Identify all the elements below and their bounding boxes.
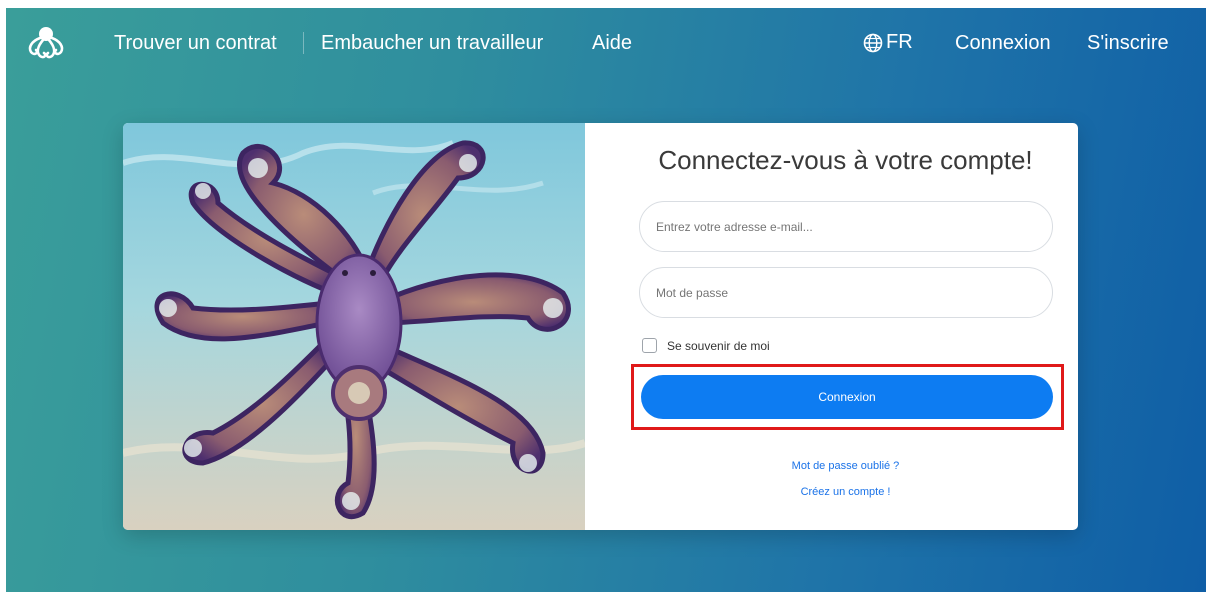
nav-hire-worker[interactable]: Embaucher un travailleur [321,32,543,55]
login-card: Connectez-vous à votre compte! Se souven… [123,123,1078,530]
password-input[interactable] [639,267,1053,318]
remember-me-checkbox[interactable] [642,338,657,353]
nav-help[interactable]: Aide [592,32,632,55]
nav-signup-link[interactable]: S'inscrire [1087,32,1169,55]
octopus-logo-icon[interactable] [22,25,70,61]
remember-me[interactable]: Se souvenir de moi [642,338,770,353]
login-form: Connectez-vous à votre compte! Se souven… [585,123,1078,530]
nav-login-link[interactable]: Connexion [955,32,1051,55]
nav-divider [303,32,304,54]
language-code: FR [886,31,913,53]
login-button[interactable]: Connexion [641,375,1053,419]
email-input[interactable] [639,201,1053,252]
top-navigation: Trouver un contrat Embaucher un travaill… [6,8,1206,80]
globe-icon [863,33,883,52]
page-background: Trouver un contrat Embaucher un travaill… [6,8,1206,592]
remember-me-label: Se souvenir de moi [667,338,770,353]
forgot-password-link[interactable]: Mot de passe oublié ? [585,460,1078,472]
language-selector[interactable]: FR [862,31,913,54]
create-account-link[interactable]: Créez un compte ! [585,486,1078,498]
login-title: Connectez-vous à votre compte! [658,145,1033,175]
octopus-photo [123,123,585,530]
nav-find-contract[interactable]: Trouver un contrat [114,32,277,55]
